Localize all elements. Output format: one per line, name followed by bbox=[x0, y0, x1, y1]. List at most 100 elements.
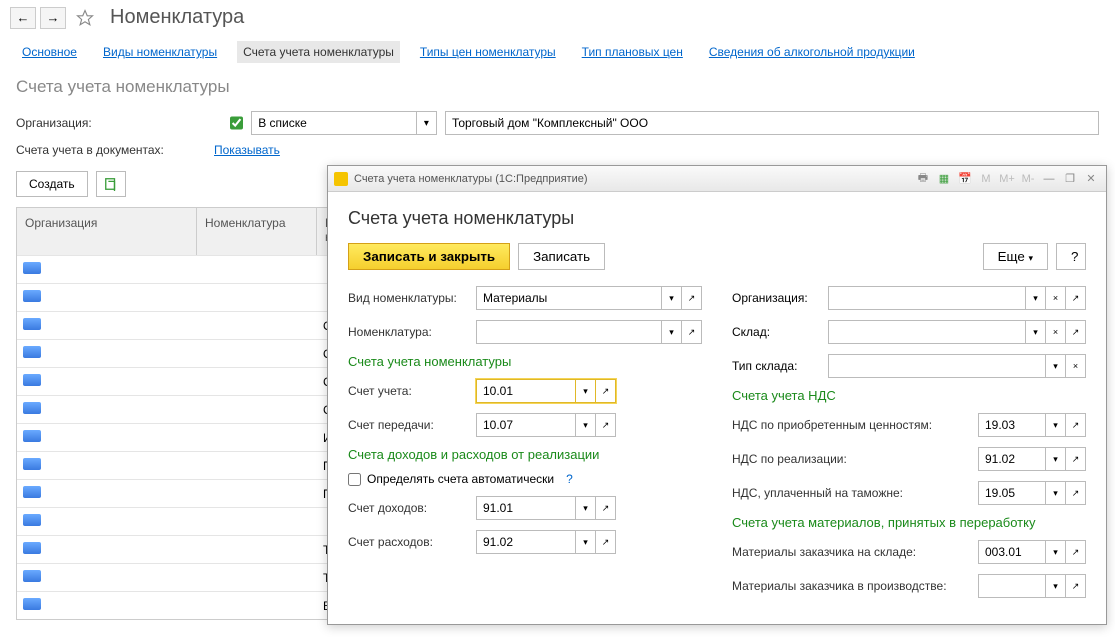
save-close-button[interactable]: Записать и закрыть bbox=[348, 243, 510, 270]
row-icon bbox=[23, 570, 41, 582]
clear-icon[interactable]: × bbox=[1046, 286, 1066, 310]
org-filter-label: Организация: bbox=[16, 116, 116, 130]
open-icon[interactable]: ↗ bbox=[682, 320, 702, 344]
docs-label: Счета учета в документах: bbox=[16, 143, 206, 157]
expense-input[interactable]: 91.02 ▾ ↗ bbox=[476, 530, 616, 554]
chevron-down-icon[interactable]: ▾ bbox=[662, 320, 682, 344]
warehouse-type-input[interactable]: ▾ × bbox=[828, 354, 1086, 378]
open-icon[interactable]: ↗ bbox=[1066, 320, 1086, 344]
favorite-star-icon[interactable] bbox=[76, 9, 94, 27]
vat-purchased-input[interactable]: 19.03 ▾ ↗ bbox=[978, 413, 1086, 437]
chevron-down-icon[interactable]: ▾ bbox=[662, 286, 682, 310]
income-input[interactable]: 91.01 ▾ ↗ bbox=[476, 496, 616, 520]
row-icon bbox=[23, 514, 41, 526]
group-vat-title: Счета учета НДС bbox=[732, 388, 1086, 403]
kind-input[interactable]: Материалы ▾ ↗ bbox=[476, 286, 702, 310]
group-income-title: Счета доходов и расходов от реализации bbox=[348, 447, 702, 462]
col-nomenclature[interactable]: Номенклатура bbox=[197, 208, 317, 255]
chevron-down-icon[interactable]: ▾ bbox=[1046, 447, 1066, 471]
group-materials-title: Счета учета материалов, принятых в перер… bbox=[732, 515, 1086, 530]
chevron-down-icon[interactable]: ▾ bbox=[576, 379, 596, 403]
section-title: Счета учета номенклатуры bbox=[0, 73, 1115, 107]
m-plus-button[interactable]: M+ bbox=[998, 171, 1016, 187]
col-organization[interactable]: Организация bbox=[17, 208, 197, 255]
warehouse-type-label: Тип склада: bbox=[732, 359, 822, 373]
open-icon[interactable]: ↗ bbox=[596, 413, 616, 437]
mat-stock-input[interactable]: 003.01 ▾ ↗ bbox=[978, 540, 1086, 564]
auto-accounts-checkbox[interactable] bbox=[348, 473, 361, 486]
tab-planned-price[interactable]: Тип плановых цен bbox=[576, 41, 689, 63]
nomen-label: Номенклатура: bbox=[348, 325, 470, 339]
open-icon[interactable]: ↗ bbox=[1066, 481, 1086, 505]
tab-price-types[interactable]: Типы цен номенклатуры bbox=[414, 41, 562, 63]
mat-prod-input[interactable]: ▾ ↗ bbox=[978, 574, 1086, 598]
vat-sale-input[interactable]: 91.02 ▾ ↗ bbox=[978, 447, 1086, 471]
chevron-down-icon[interactable]: ▾ bbox=[1026, 320, 1046, 344]
account-label: Счет учета: bbox=[348, 384, 470, 398]
open-icon[interactable]: ↗ bbox=[596, 496, 616, 520]
chevron-down-icon[interactable]: ▾ bbox=[576, 496, 596, 520]
page-title: Номенклатура bbox=[110, 6, 244, 29]
row-icon bbox=[23, 374, 41, 386]
open-icon[interactable]: ↗ bbox=[596, 530, 616, 554]
help-icon[interactable]: ? bbox=[566, 472, 573, 486]
nav-back-button[interactable]: ← bbox=[10, 7, 36, 29]
expense-label: Счет расходов: bbox=[348, 535, 470, 549]
account-input[interactable]: 10.01 ▾ ↗ bbox=[476, 379, 616, 403]
chevron-down-icon[interactable]: ▾ bbox=[1046, 413, 1066, 437]
tabs-bar: Основное Виды номенклатуры Счета учета н… bbox=[0, 35, 1115, 73]
row-icon bbox=[23, 346, 41, 358]
income-label: Счет доходов: bbox=[348, 501, 470, 515]
open-icon[interactable]: ↗ bbox=[1066, 574, 1086, 598]
tab-types[interactable]: Виды номенклатуры bbox=[97, 41, 223, 63]
copy-button[interactable] bbox=[96, 171, 126, 197]
minimize-button[interactable]: — bbox=[1040, 171, 1058, 187]
vat-customs-label: НДС, уплаченный на таможне: bbox=[732, 486, 972, 500]
org-filter-checkbox[interactable] bbox=[230, 116, 244, 130]
tab-main[interactable]: Основное bbox=[16, 41, 83, 63]
close-button[interactable]: ✕ bbox=[1082, 171, 1100, 187]
clear-icon[interactable]: × bbox=[1046, 320, 1066, 344]
calc-icon[interactable]: ▦ bbox=[935, 171, 953, 187]
save-button[interactable]: Записать bbox=[518, 243, 605, 270]
chevron-down-icon[interactable]: ▾ bbox=[576, 530, 596, 554]
chevron-down-icon[interactable]: ▾ bbox=[1026, 286, 1046, 310]
dialog-title: Счета учета номенклатуры (1С:Предприятие… bbox=[354, 173, 914, 185]
open-icon[interactable]: ↗ bbox=[682, 286, 702, 310]
filter-mode-select[interactable]: В списке ▾ bbox=[251, 111, 437, 135]
more-button[interactable]: Еще ▾ bbox=[983, 243, 1048, 270]
tab-alcohol[interactable]: Сведения об алкогольной продукции bbox=[703, 41, 921, 63]
create-button[interactable]: Создать bbox=[16, 171, 88, 197]
nav-forward-button[interactable]: → bbox=[40, 7, 66, 29]
open-icon[interactable]: ↗ bbox=[1066, 286, 1086, 310]
nomen-input[interactable]: ▾ ↗ bbox=[476, 320, 702, 344]
chevron-down-icon[interactable]: ▾ bbox=[576, 413, 596, 437]
accounts-dialog: Счета учета номенклатуры (1С:Предприятие… bbox=[327, 165, 1107, 625]
open-icon[interactable]: ↗ bbox=[1066, 540, 1086, 564]
org-input[interactable]: ▾ × ↗ bbox=[828, 286, 1086, 310]
org-label: Организация: bbox=[732, 291, 822, 305]
org-value-select[interactable]: Торговый дом "Комплексный" ООО bbox=[445, 111, 1099, 135]
vat-customs-input[interactable]: 19.05 ▾ ↗ bbox=[978, 481, 1086, 505]
chevron-down-icon[interactable]: ▾ bbox=[1046, 481, 1066, 505]
open-icon[interactable]: ↗ bbox=[1066, 447, 1086, 471]
clear-icon[interactable]: × bbox=[1066, 354, 1086, 378]
docs-show-link[interactable]: Показывать bbox=[214, 143, 280, 157]
chevron-down-icon[interactable]: ▾ bbox=[1046, 574, 1066, 598]
vat-sale-label: НДС по реализации: bbox=[732, 452, 972, 466]
auto-accounts-label: Определять счета автоматически bbox=[367, 472, 554, 486]
m-minus-button[interactable]: M- bbox=[1019, 171, 1037, 187]
chevron-down-icon[interactable]: ▾ bbox=[1046, 354, 1066, 378]
m-button[interactable]: M bbox=[977, 171, 995, 187]
transfer-input[interactable]: 10.07 ▾ ↗ bbox=[476, 413, 616, 437]
help-button[interactable]: ? bbox=[1056, 243, 1086, 270]
warehouse-input[interactable]: ▾ × ↗ bbox=[828, 320, 1086, 344]
chevron-down-icon[interactable]: ▾ bbox=[1046, 540, 1066, 564]
open-icon[interactable]: ↗ bbox=[596, 379, 616, 403]
open-icon[interactable]: ↗ bbox=[1066, 413, 1086, 437]
tab-accounts[interactable]: Счета учета номенклатуры bbox=[237, 41, 400, 63]
maximize-button[interactable]: ❐ bbox=[1061, 171, 1079, 187]
calendar-icon[interactable]: 📅 bbox=[956, 171, 974, 187]
mat-stock-label: Материалы заказчика на складе: bbox=[732, 545, 972, 559]
print-icon[interactable]: 🖶 bbox=[914, 171, 932, 187]
